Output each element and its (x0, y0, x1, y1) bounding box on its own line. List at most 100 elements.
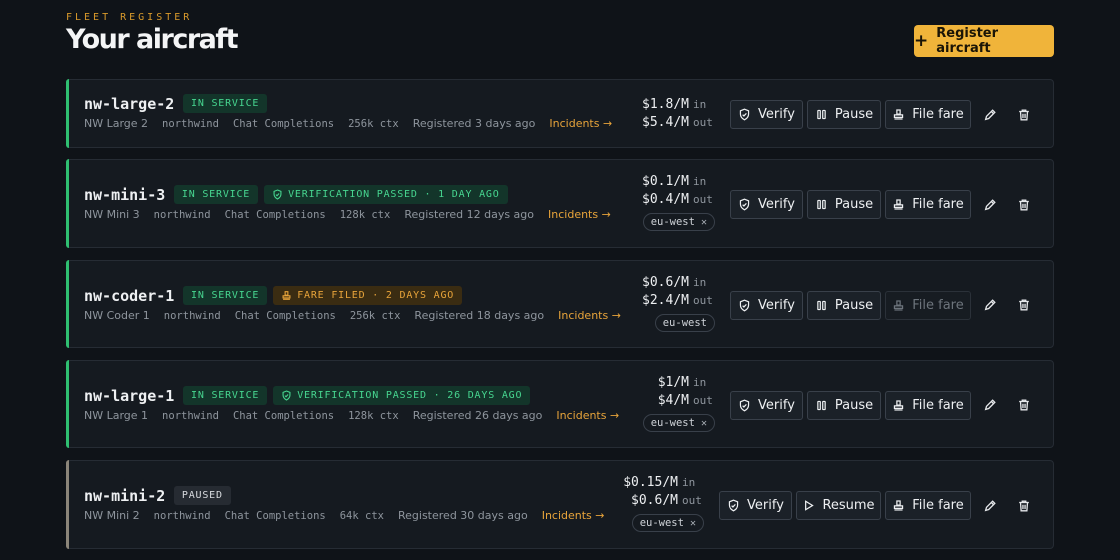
badge-text: FARE FILED · 2 DAYS AGO (297, 290, 455, 301)
trash-icon[interactable] (1014, 395, 1034, 415)
stamp-icon (892, 108, 905, 121)
pause-button[interactable]: Pause (807, 190, 881, 219)
shield-check-icon (281, 390, 292, 401)
price-out-unit: out (682, 494, 702, 507)
price-in: $1.8/M in (642, 96, 715, 114)
incidents-link[interactable]: Incidents → (556, 409, 619, 422)
price-out: $5.4/M out (642, 114, 715, 132)
stamp-icon (892, 499, 905, 512)
context-size: 64k ctx (339, 509, 384, 522)
region-tag: eu-west ✕ (642, 414, 715, 432)
file-fare-button[interactable]: File fare (885, 491, 971, 520)
aircraft-meta: NW Large 1 northwind Chat Completions 128k … (84, 409, 633, 422)
verify-button[interactable]: Verify (730, 100, 803, 129)
aircraft-name: nw-large-1 (84, 387, 175, 405)
registered-date: Registered 3 days ago (412, 117, 536, 130)
price-out-value: $4/M (657, 393, 689, 408)
pause-button[interactable]: Pause (807, 100, 881, 129)
aircraft-meta: NW Coder 1 northwind Chat Completions 256k … (84, 309, 635, 322)
file-fare-button[interactable]: File fare (885, 290, 971, 320)
price-in: $1/M in (658, 374, 715, 392)
price-in-value: $0.1/M (642, 174, 689, 189)
price-out-value: $2.4/M (642, 293, 689, 308)
model-name: NW Large 1 (84, 409, 149, 422)
verify-button[interactable]: Verify (730, 290, 803, 320)
remove-region-icon[interactable]: ✕ (701, 418, 707, 429)
badge-group: IN SERVICE VERIFICATION PASSED · 1 DAY AG… (173, 185, 508, 204)
file-fare-button-label: File fare (912, 197, 964, 212)
price-in-unit: in (682, 476, 696, 489)
edit-icon[interactable] (980, 496, 1000, 516)
stamp-icon (892, 299, 905, 312)
incidents-link[interactable]: Incidents → (542, 509, 605, 522)
verify-button[interactable]: Verify (730, 190, 803, 219)
pause-button[interactable]: Pause (807, 290, 881, 320)
verify-button-label: Verify (758, 397, 795, 413)
resume-button[interactable]: Resume (796, 491, 881, 520)
price-in-value: $1.8/M (642, 97, 689, 112)
trash-icon[interactable] (1014, 195, 1034, 215)
fare-filed-badge: FARE FILED · 2 DAYS AGO (273, 286, 463, 305)
stamp-icon (892, 399, 905, 412)
price-out-unit: out (693, 193, 713, 206)
trash-icon[interactable] (1014, 105, 1034, 125)
context-size: 128k ctx (348, 409, 399, 422)
aircraft-meta: NW Large 2 northwind Chat Completions 256k … (84, 117, 626, 130)
model-name: NW Mini 2 (84, 509, 140, 522)
provider: northwind (153, 509, 211, 522)
api-type: Chat Completions (224, 208, 326, 221)
price-in: $0.6/M in (642, 274, 715, 292)
aircraft-name: nw-coder-1 (84, 287, 175, 305)
aircraft-row: nw-mini-3 IN SERVICE VERIFICATION PASSED ·… (66, 159, 1054, 248)
status-badge: PAUSED (173, 486, 231, 505)
model-name: NW Coder 1 (84, 309, 150, 322)
file-fare-button-label: File fare (912, 107, 964, 122)
price-out-unit: out (693, 394, 713, 407)
incidents-link[interactable]: Incidents → (558, 309, 621, 322)
registered-date: Registered 26 days ago (412, 409, 543, 422)
file-fare-button-label: File fare (912, 397, 964, 413)
remove-region-icon[interactable]: ✕ (701, 217, 707, 228)
incidents-link[interactable]: Incidents → (548, 208, 611, 221)
pause-icon (815, 108, 828, 121)
remove-region-icon[interactable]: ✕ (690, 518, 696, 529)
provider: northwind (162, 117, 219, 130)
region-tag: eu-west ✕ (642, 213, 715, 231)
aircraft-name: nw-large-2 (84, 95, 175, 113)
file-fare-button[interactable]: File fare (885, 390, 971, 420)
api-type: Chat Completions (224, 509, 326, 522)
region-tag: eu-west ✕ (631, 514, 704, 532)
pause-button[interactable]: Pause (807, 390, 881, 420)
model-name: NW Large 2 (84, 117, 149, 130)
context-size: 256k ctx (349, 309, 401, 322)
price-in: $0.1/M in (642, 173, 715, 191)
pause-button-label: Pause (834, 107, 874, 122)
file-fare-button[interactable]: File fare (885, 190, 971, 219)
edit-icon[interactable] (980, 295, 1000, 315)
price-in-value: $0.6/M (642, 275, 689, 290)
price-in-unit: in (693, 276, 707, 289)
edit-icon[interactable] (980, 105, 1000, 125)
incidents-link[interactable]: Incidents → (549, 117, 612, 130)
api-type: Chat Completions (232, 117, 335, 130)
edit-icon[interactable] (980, 195, 1000, 215)
edit-icon[interactable] (980, 395, 1000, 415)
status-accent-bar (66, 159, 69, 248)
register-aircraft-button[interactable]: + Register aircraft (914, 25, 1054, 57)
pause-icon (815, 399, 828, 412)
price-in-unit: in (693, 376, 707, 389)
context-size: 256k ctx (348, 117, 399, 130)
verify-button[interactable]: Verify (730, 390, 803, 420)
verify-button[interactable]: Verify (719, 491, 792, 520)
pricing: $0.6/M in $2.4/M out (642, 274, 715, 310)
trash-icon[interactable] (1014, 295, 1034, 315)
provider: northwind (163, 309, 221, 322)
trash-icon[interactable] (1014, 496, 1034, 516)
shield-check-icon (738, 198, 751, 211)
register-aircraft-label: Register aircraft (936, 26, 999, 56)
stamp-icon (281, 290, 292, 301)
status-badge: IN SERVICE (183, 94, 268, 113)
badge-group: IN SERVICE FARE FILED · 2 DAYS AGO (183, 286, 463, 305)
file-fare-button[interactable]: File fare (885, 100, 971, 129)
aircraft-row: nw-coder-1 IN SERVICE FARE FILED · 2 DAYS … (66, 260, 1054, 348)
